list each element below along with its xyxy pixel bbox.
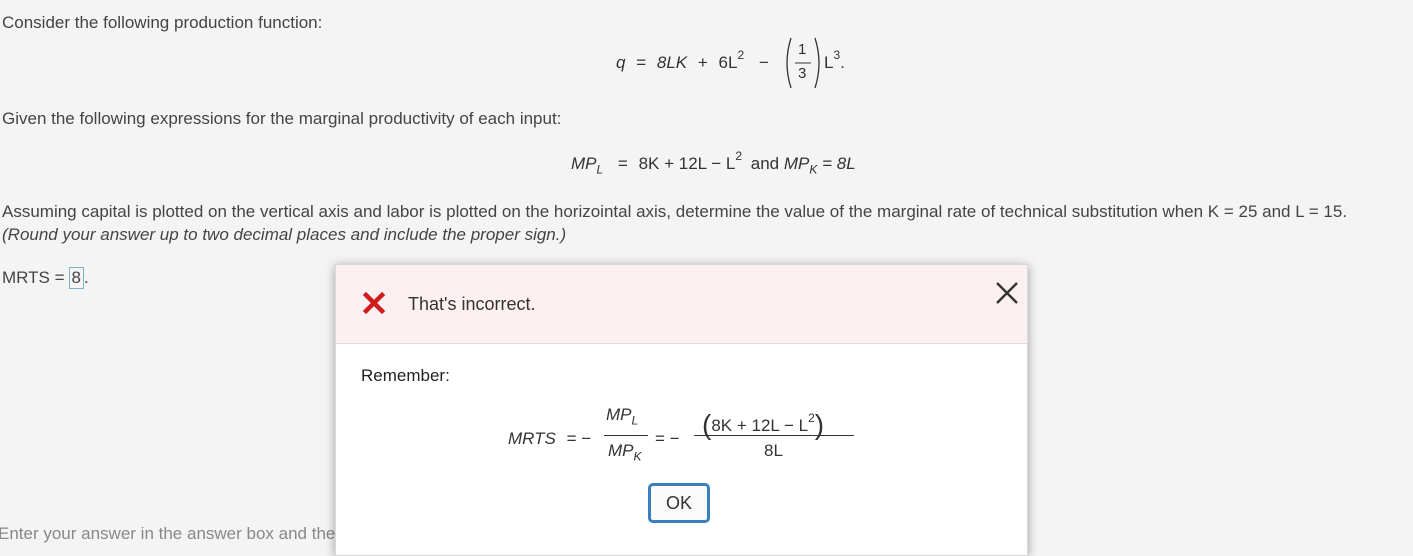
formula-rhs-num: (8K + 12L − L2) <box>702 406 824 440</box>
pf-minus: − <box>758 53 769 72</box>
error-x-icon <box>362 291 386 315</box>
question-intro: Consider the following production functi… <box>2 13 323 32</box>
ok-button[interactable]: OK <box>648 483 710 523</box>
mpl-sub: L <box>596 162 604 177</box>
answer-period: . <box>83 268 89 287</box>
question-given: Given the following expressions for the … <box>2 109 562 128</box>
formula-eq2: = − <box>655 429 680 448</box>
pf-eq: = <box>636 53 647 72</box>
mpl-rhs: 8K + 12L − L <box>638 154 736 173</box>
mrts-label: MRTS = <box>2 268 65 287</box>
pf-plus: + <box>697 53 708 72</box>
pf-period: . <box>840 53 845 72</box>
mp-and: and <box>750 154 780 173</box>
feedback-dialog: That's incorrect. Remember: MRTS = − MPL… <box>335 264 1028 556</box>
pf-exp2: 2 <box>737 48 745 63</box>
pf-term1: 8LK <box>656 53 688 72</box>
fraction-bar-2 <box>694 435 854 436</box>
mpk-rhs: = 8L <box>822 154 856 173</box>
pf-term2: 6L <box>718 53 738 72</box>
production-function: q = 8LK + 6L2 − <box>616 49 777 73</box>
pf-fraction: 1 3 <box>783 36 823 90</box>
formula-mrts: MRTS <box>508 429 556 448</box>
answer-box[interactable]: 8 <box>68 267 84 289</box>
pf-q: q <box>616 53 626 72</box>
rhs-num-exp: 2 <box>808 411 815 426</box>
close-icon[interactable] <box>993 279 1021 307</box>
num-mp: MP <box>606 405 632 424</box>
num-sub: L <box>631 413 639 428</box>
pf-frac-den: 3 <box>798 65 807 82</box>
formula-eq1: = − <box>566 429 592 448</box>
formula-num: MPL <box>606 405 639 428</box>
den-sub: K <box>633 449 642 464</box>
round-note: (Round your answer up to two decimal pla… <box>2 225 567 244</box>
formula-lhs: MRTS = − <box>508 429 591 449</box>
rhs-num-text: 8K + 12L − L <box>711 416 809 435</box>
mp-expressions: MPL = 8K + 12L − L2 and MPK = 8L <box>571 150 856 177</box>
mpl-rhs-exp: 2 <box>735 149 743 164</box>
footer-note: Enter your answer in the answer box and … <box>0 524 335 543</box>
fraction-bar-1 <box>604 435 648 436</box>
mpl-eq: = <box>617 154 628 173</box>
remember-label: Remember: <box>361 366 450 385</box>
formula-den: MPK <box>608 441 642 464</box>
mpk-sub: K <box>809 162 818 177</box>
pf-frac-num: 1 <box>798 41 807 58</box>
dialog-title: That's incorrect. <box>408 294 536 314</box>
mpk-label: MP <box>783 154 810 173</box>
pf-term3-wrap: L3. <box>824 49 845 73</box>
dialog-header: That's incorrect. <box>336 265 1027 344</box>
den-mp: MP <box>608 441 634 460</box>
pf-exp3: 3 <box>833 48 841 63</box>
mrts-answer-row: MRTS = 8. <box>2 267 89 289</box>
question-assume: Assuming capital is plotted on the verti… <box>2 202 1348 221</box>
mpl-label: MP <box>571 154 597 173</box>
formula-rhs-den: 8L <box>764 441 783 460</box>
